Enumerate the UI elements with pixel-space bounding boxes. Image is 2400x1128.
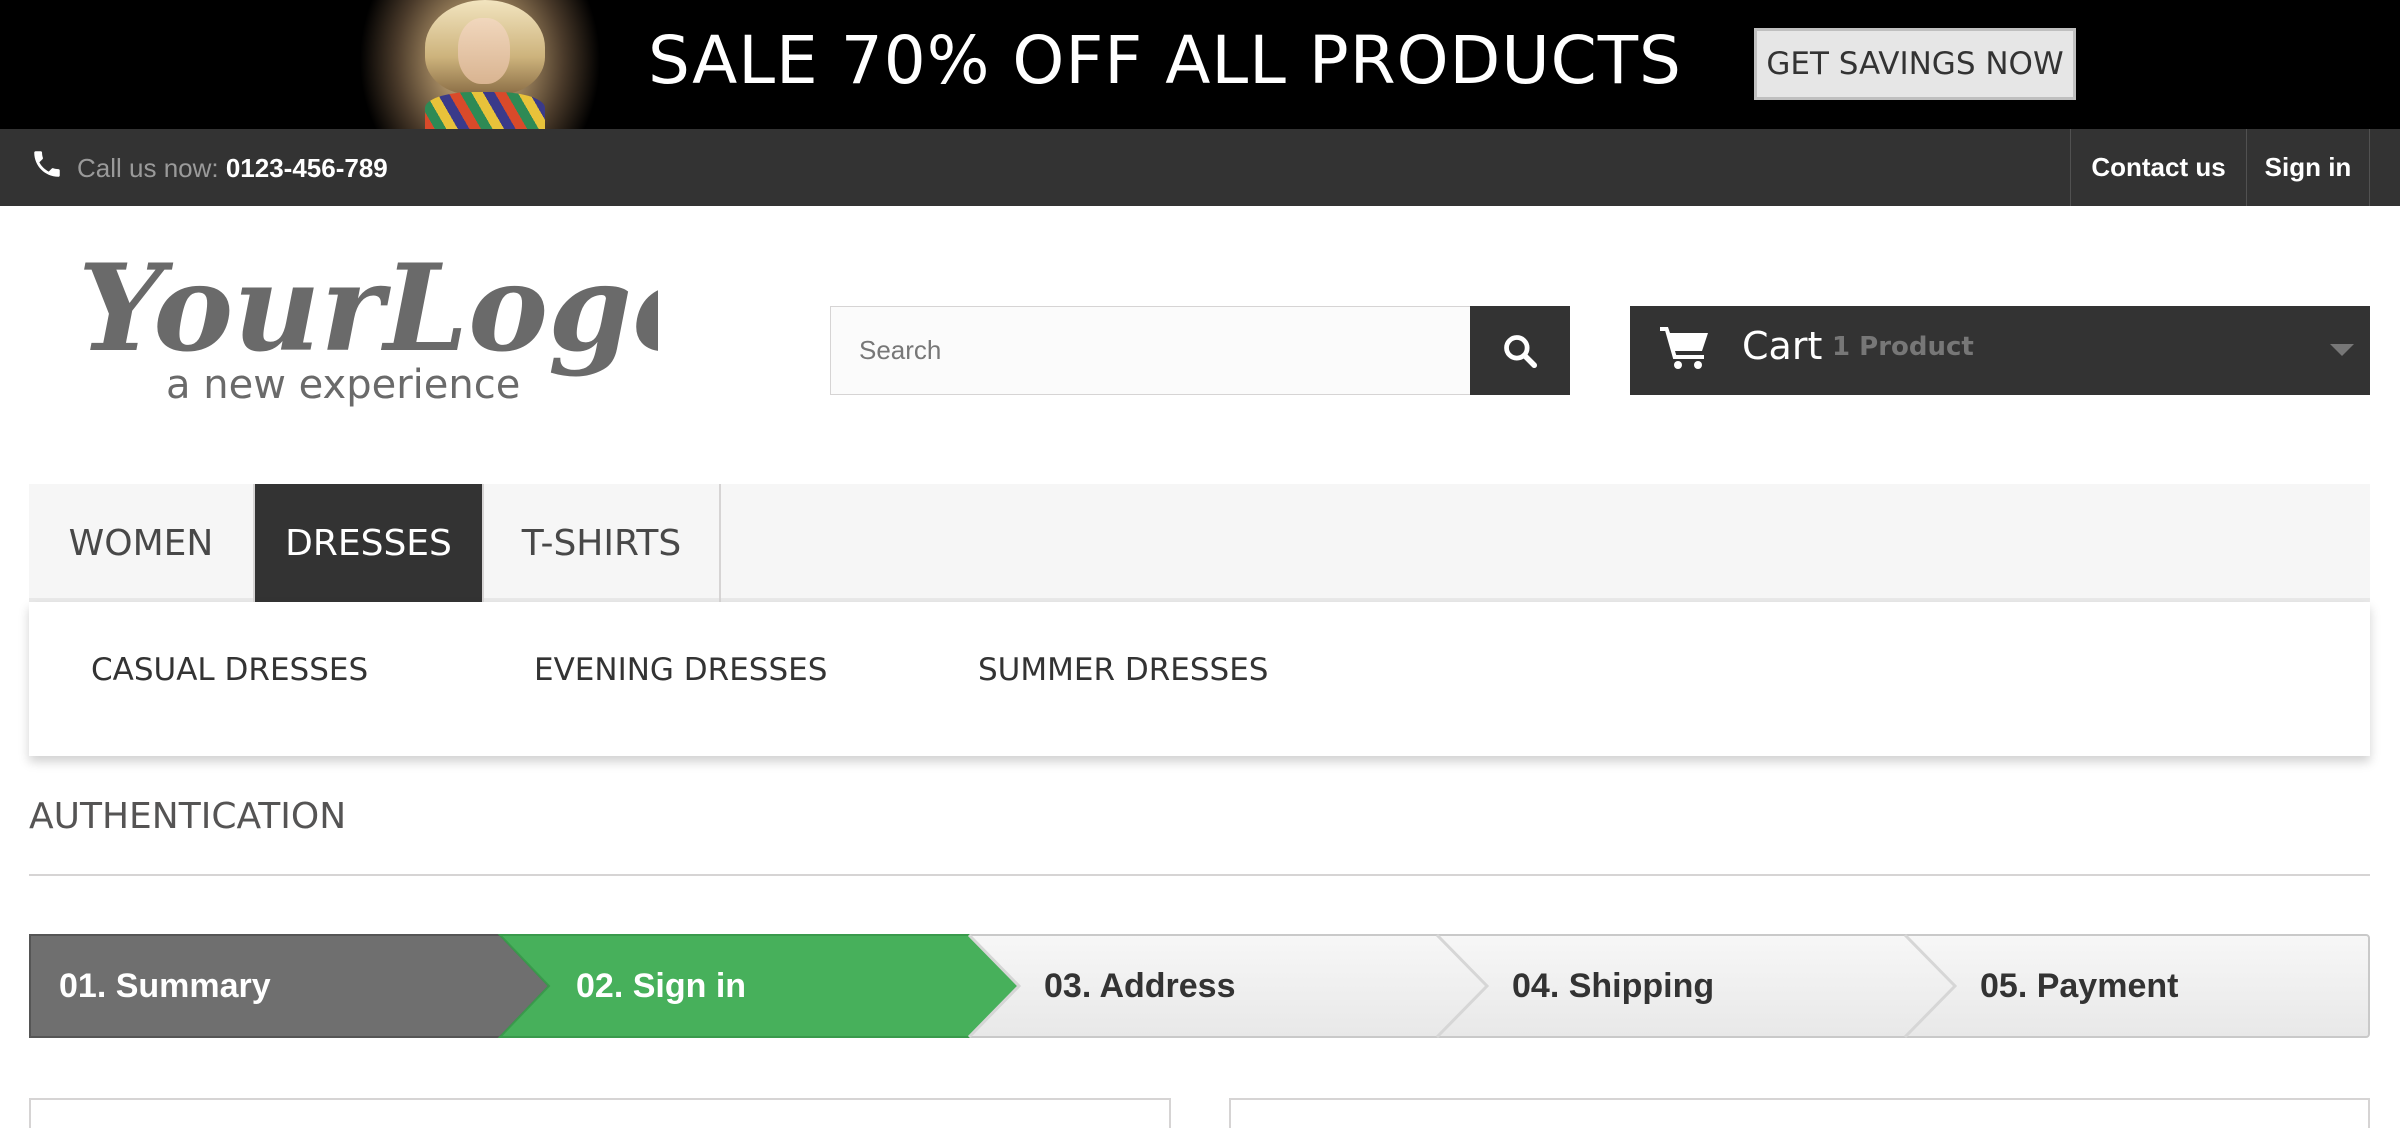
logo-tagline: a new experience [166, 362, 520, 408]
step-payment: 05. Payment [1980, 966, 2179, 1005]
phone-number: 0123-456-789 [225, 153, 388, 183]
login-box [1229, 1098, 2370, 1128]
phone-icon [34, 151, 60, 177]
main-menu: WOMEN DRESSES T-SHIRTS [29, 484, 2370, 602]
create-account-box [29, 1098, 1171, 1128]
step-summary[interactable]: 01. Summary [59, 934, 271, 1038]
submenu-item-evening-dresses[interactable]: EVENING DRESSES [534, 652, 827, 688]
contact-us-link[interactable]: Contact us [2070, 129, 2246, 206]
step-sign-in[interactable]: 02. Sign in [576, 934, 746, 1038]
cart-count: 1 Product [1832, 332, 1974, 362]
search-input[interactable]: Search [830, 306, 1472, 395]
heading-divider [29, 874, 2370, 876]
submenu-item-casual-dresses[interactable]: CASUAL DRESSES [91, 652, 368, 688]
get-savings-button[interactable]: GET SAVINGS NOW [1754, 28, 2076, 100]
menu-item-tshirts[interactable]: T-SHIRTS [484, 484, 721, 602]
dresses-submenu: CASUAL DRESSES EVENING DRESSES SUMMER DR… [29, 602, 2370, 756]
order-steps: 01. Summary 02. Sign in 03. Address 04. … [29, 934, 2370, 1038]
logo-wordmark: YourLogo [78, 250, 658, 379]
step-shipping: 04. Shipping [1512, 966, 1715, 1005]
site-logo[interactable]: YourLogo a new experience [78, 250, 658, 410]
step-address: 03. Address [1044, 966, 1236, 1005]
top-nav-bar: Call us now: 0123-456-789 Contact us Sig… [0, 129, 2400, 206]
submenu-item-summer-dresses[interactable]: SUMMER DRESSES [978, 652, 1268, 688]
cart-button[interactable]: Cart 1 Product [1630, 306, 2370, 395]
cart-icon [1660, 327, 1708, 369]
chevron-down-icon[interactable] [2330, 344, 2354, 356]
menu-item-dresses[interactable]: DRESSES [255, 484, 484, 602]
sign-in-link[interactable]: Sign in [2246, 129, 2370, 206]
banner-model-image [330, 0, 630, 129]
cart-label: Cart [1742, 324, 1823, 368]
call-us-text: Call us now: 0123-456-789 [77, 153, 388, 184]
banner-headline: SALE 70% OFF ALL PRODUCTS [648, 22, 1682, 99]
call-us-label: Call us now: [77, 153, 226, 183]
search-button[interactable] [1470, 306, 1570, 395]
search-icon [1504, 334, 1538, 368]
page-title: AUTHENTICATION [29, 796, 347, 837]
promo-banner[interactable]: SALE 70% OFF ALL PRODUCTS GET SAVINGS NO… [0, 0, 2400, 129]
menu-item-women[interactable]: WOMEN [29, 484, 255, 602]
